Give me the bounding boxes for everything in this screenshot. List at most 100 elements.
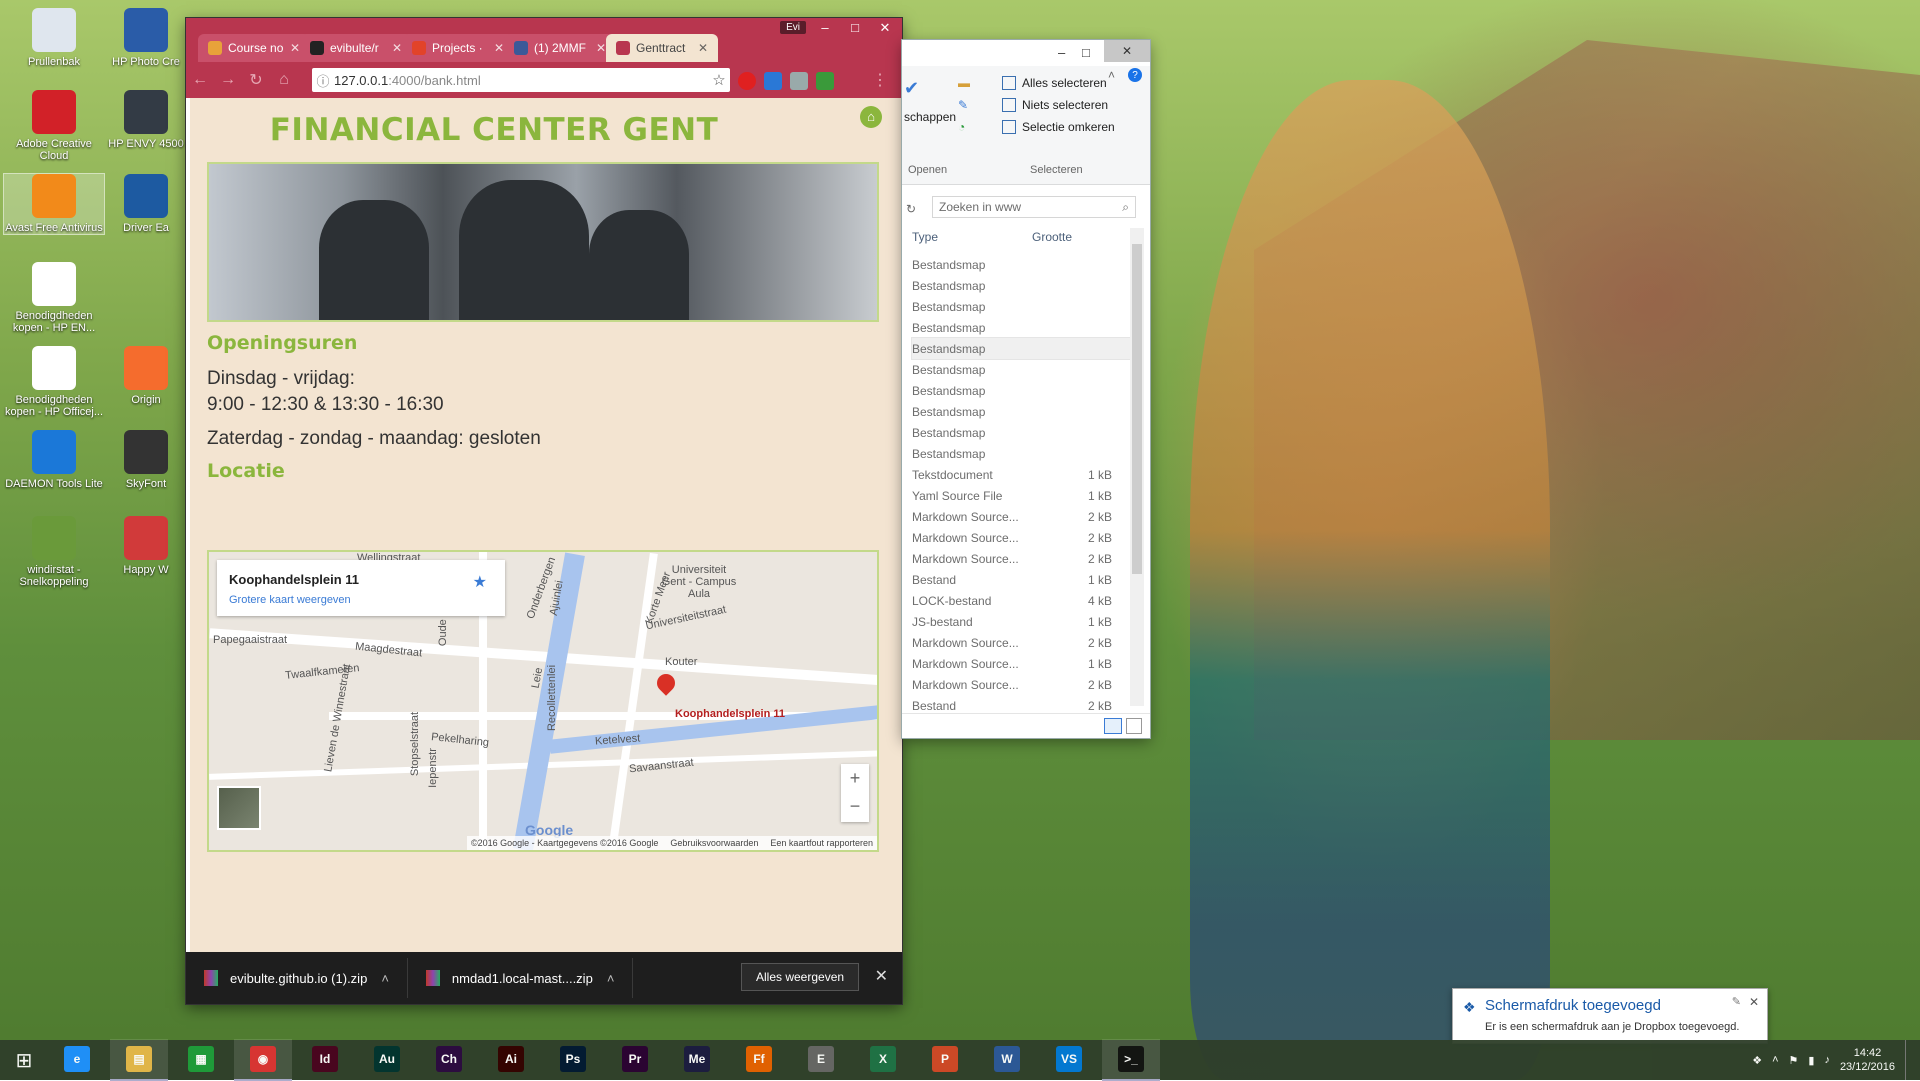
- extension-camera-icon[interactable]: [790, 72, 808, 90]
- file-row[interactable]: Bestandsmap: [912, 359, 1132, 380]
- extension-check-icon[interactable]: [764, 72, 782, 90]
- minimize-icon[interactable]: –: [1058, 45, 1065, 60]
- scrollbar-thumb[interactable]: [1132, 244, 1142, 574]
- desktop-icon[interactable]: SkyFont: [96, 430, 196, 490]
- file-row[interactable]: Yaml Source File 1 kB: [912, 485, 1132, 506]
- show-hidden-icon[interactable]: ˄: [1772, 1054, 1778, 1066]
- dropbox-notification[interactable]: ❖ Schermafdruk toegevoegd Er is een sche…: [1452, 988, 1768, 1044]
- flag-icon[interactable]: ⚑: [1789, 1054, 1799, 1067]
- close-tab-icon[interactable]: ✕: [392, 41, 402, 55]
- collapse-ribbon-icon[interactable]: ˄: [1108, 68, 1115, 82]
- file-row[interactable]: Markdown Source... 2 kB: [912, 527, 1132, 548]
- info-icon[interactable]: ⓘ: [312, 71, 334, 90]
- close-tab-icon[interactable]: ✕: [290, 41, 300, 55]
- taskbar-app-cmd[interactable]: >_: [1102, 1039, 1160, 1081]
- taskbar-app-premiere[interactable]: Pr: [606, 1039, 664, 1079]
- column-size[interactable]: Grootte: [1032, 230, 1112, 244]
- file-row[interactable]: Bestand 1 kB: [912, 569, 1132, 590]
- details-view-icon[interactable]: [1104, 718, 1122, 734]
- satellite-toggle[interactable]: [217, 786, 261, 830]
- desktop-icon[interactable]: Adobe Creative Cloud: [4, 90, 104, 162]
- start-button[interactable]: ⊞: [0, 1040, 48, 1080]
- desktop-icon[interactable]: Origin: [96, 346, 196, 406]
- reload-icon[interactable]: ↻: [242, 70, 270, 90]
- taskbar-app-character[interactable]: Ch: [420, 1039, 478, 1079]
- maximize-icon[interactable]: □: [1082, 45, 1090, 60]
- file-row[interactable]: Markdown Source... 2 kB: [912, 506, 1132, 527]
- select-none-button[interactable]: Niets selecteren: [1002, 98, 1108, 112]
- taskbar-app-audition[interactable]: Au: [358, 1039, 416, 1079]
- volume-icon[interactable]: ♪: [1824, 1054, 1830, 1066]
- close-shelf-icon[interactable]: ✕: [875, 966, 888, 986]
- zoom-in-button[interactable]: +: [841, 764, 869, 792]
- desktop-icon[interactable]: HP Photo Cre: [96, 8, 196, 68]
- home-icon[interactable]: ⌂: [860, 106, 882, 128]
- close-icon[interactable]: ✕: [1104, 40, 1150, 62]
- file-row[interactable]: Bestandsmap: [912, 254, 1132, 275]
- chevron-up-icon[interactable]: ˄: [607, 971, 615, 986]
- desktop-icon[interactable]: Benodigdheden kopen - HP EN...: [4, 262, 104, 334]
- tab[interactable]: (1) 2MMF ✕: [504, 34, 616, 62]
- maximize-icon[interactable]: □: [844, 20, 866, 36]
- taskbar-app-powerpoint[interactable]: P: [916, 1039, 974, 1079]
- properties-label[interactable]: schappen: [904, 110, 956, 124]
- taskbar-app-explorer[interactable]: ▤: [110, 1039, 168, 1081]
- map-terms-link[interactable]: Gebruiksvoorwaarden: [670, 838, 758, 848]
- close-tab-icon[interactable]: ✕: [494, 41, 504, 55]
- profile-button[interactable]: Evi: [780, 21, 806, 34]
- taskbar-app-evernote[interactable]: E: [792, 1039, 850, 1079]
- desktop-icon[interactable]: DAEMON Tools Lite: [4, 430, 104, 490]
- file-row[interactable]: Markdown Source... 2 kB: [912, 674, 1132, 695]
- forward-icon[interactable]: →: [214, 71, 242, 89]
- clock[interactable]: 14:42 23/12/2016: [1840, 1046, 1895, 1074]
- map-report-link[interactable]: Een kaartfout rapporteren: [770, 838, 873, 848]
- file-row[interactable]: Bestandsmap: [912, 380, 1132, 401]
- select-all-button[interactable]: Alles selecteren: [1002, 76, 1107, 90]
- tab[interactable]: Projects · ✕: [402, 34, 514, 62]
- file-row[interactable]: Bestandsmap: [912, 422, 1132, 443]
- taskbar-app-store[interactable]: ▦: [172, 1039, 230, 1079]
- download-item[interactable]: nmdad1.local-mast....zip ˄: [408, 958, 634, 998]
- home-nav-icon[interactable]: ⌂: [270, 71, 298, 89]
- show-all-downloads-button[interactable]: Alles weergeven: [741, 963, 860, 991]
- bookmark-star-icon[interactable]: ☆: [708, 71, 730, 89]
- file-row[interactable]: Bestandsmap: [911, 337, 1133, 360]
- map-pin-icon[interactable]: [653, 670, 679, 696]
- tab[interactable]: Genttract ✕: [606, 34, 718, 62]
- extension-adblock-icon[interactable]: [738, 72, 756, 90]
- search-icon[interactable]: ⌕: [1122, 200, 1129, 215]
- desktop-icon[interactable]: Happy W: [96, 516, 196, 576]
- taskbar-app-illustrator[interactable]: Ai: [482, 1039, 540, 1079]
- zoom-out-button[interactable]: −: [841, 792, 869, 820]
- file-row[interactable]: Markdown Source... 2 kB: [912, 632, 1132, 653]
- network-icon[interactable]: ▮: [1808, 1054, 1814, 1067]
- taskbar-app-indesign[interactable]: Id: [296, 1039, 354, 1079]
- minimize-icon[interactable]: –: [814, 20, 836, 36]
- show-desktop-button[interactable]: [1905, 1040, 1912, 1080]
- vertical-scrollbar[interactable]: [1130, 228, 1144, 706]
- desktop-icon[interactable]: Avast Free Antivirus: [3, 173, 105, 235]
- history-icon[interactable]: ◔: [958, 120, 965, 134]
- file-row[interactable]: JS-bestand 1 kB: [912, 611, 1132, 632]
- taskbar-app-chrome[interactable]: ◉: [234, 1039, 292, 1081]
- close-tab-icon[interactable]: ✕: [596, 41, 606, 55]
- file-row[interactable]: Bestandsmap: [912, 443, 1132, 464]
- bigger-map-link[interactable]: Grotere kaart weergeven: [229, 594, 351, 606]
- file-row[interactable]: Bestandsmap: [912, 401, 1132, 422]
- column-type[interactable]: Type: [912, 230, 1032, 244]
- tab[interactable]: evibulte/r ✕: [300, 34, 412, 62]
- file-row[interactable]: Bestandsmap: [912, 296, 1132, 317]
- download-item[interactable]: evibulte.github.io (1).zip ˄: [186, 958, 408, 998]
- open-folder-icon[interactable]: ▬: [958, 76, 970, 90]
- help-icon[interactable]: ?: [1128, 68, 1142, 82]
- desktop-icon[interactable]: windirstat - Snelkoppeling: [4, 516, 104, 588]
- taskbar-app-firefox[interactable]: Ff: [730, 1039, 788, 1079]
- desktop-icon[interactable]: Driver Ea: [96, 174, 196, 234]
- file-row[interactable]: LOCK-bestand 4 kB: [912, 590, 1132, 611]
- invert-selection-button[interactable]: Selectie omkeren: [1002, 120, 1115, 134]
- taskbar-app-media-encoder[interactable]: Me: [668, 1039, 726, 1079]
- close-tab-icon[interactable]: ✕: [698, 41, 708, 55]
- close-icon[interactable]: ✕: [1749, 995, 1759, 1009]
- desktop-icon[interactable]: Prullenbak: [4, 8, 104, 68]
- taskbar-app-word[interactable]: W: [978, 1039, 1036, 1079]
